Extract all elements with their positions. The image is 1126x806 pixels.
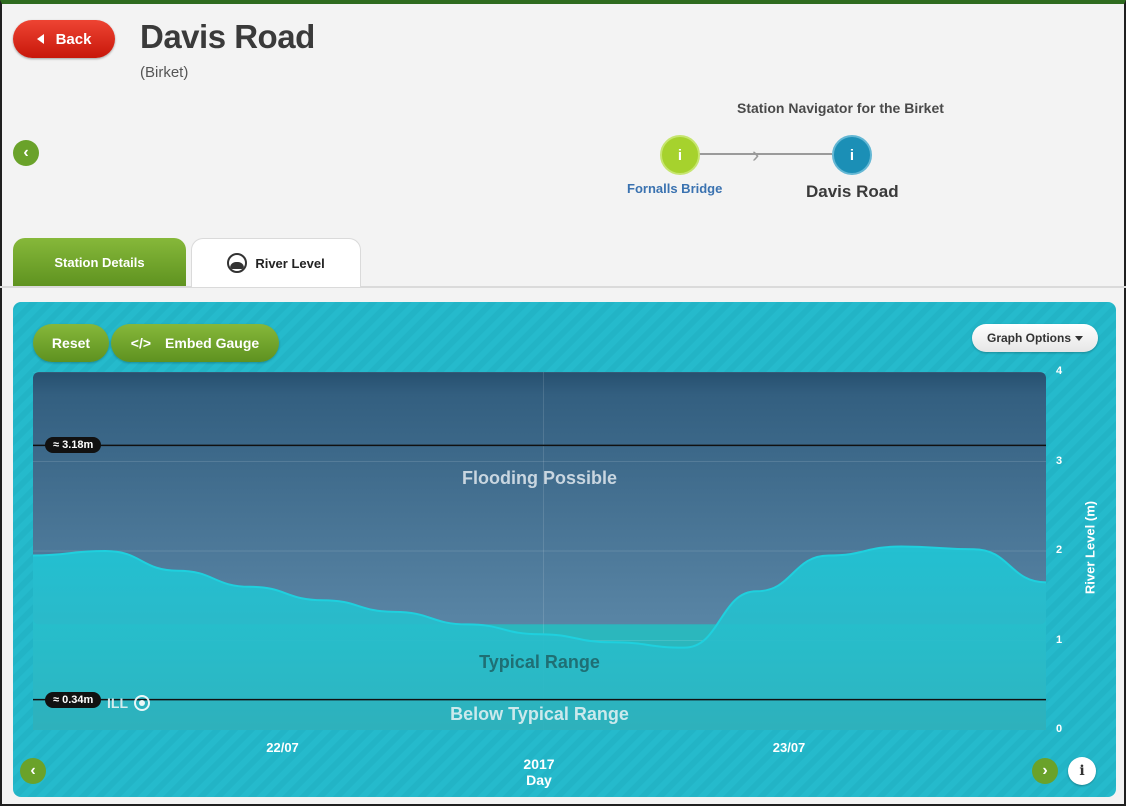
- code-icon: </>: [130, 335, 152, 351]
- river-icon: [227, 253, 248, 273]
- station-node-fornalls-bridge[interactable]: i: [660, 135, 700, 175]
- info-icon: i: [1079, 763, 1085, 779]
- y-tick-label: 3: [1056, 454, 1063, 467]
- back-button-label: Back: [55, 30, 92, 48]
- back-button[interactable]: Back: [13, 20, 115, 58]
- caret-down-icon: [1075, 335, 1083, 341]
- x-axis-label: 2017 Day: [517, 756, 561, 788]
- x-axis-year: 2017: [523, 756, 555, 772]
- y-axis-label: River Level (m): [1082, 500, 1098, 595]
- logo-text: ILL: [107, 695, 128, 711]
- tab-station-details[interactable]: Station Details: [13, 238, 186, 286]
- zone-label: Below Typical Range: [450, 703, 629, 724]
- tab-label: Station Details: [54, 254, 145, 270]
- river-level-chart[interactable]: [33, 372, 1046, 730]
- chevron-right-icon: ›: [752, 142, 760, 167]
- chevron-left-icon: ‹: [30, 762, 36, 779]
- x-tick-label: 22/07: [266, 740, 299, 755]
- y-tick-label: 1: [1056, 633, 1063, 646]
- tab-bar-divider: [0, 286, 1126, 288]
- current-station-label: Davis Road: [806, 182, 899, 201]
- navigator-connector: [698, 153, 832, 155]
- previous-station-button[interactable]: ‹: [13, 140, 39, 166]
- provider-logo: ILL: [47, 692, 167, 714]
- y-tick-label: 2: [1056, 544, 1063, 556]
- info-icon: i: [677, 146, 683, 164]
- target-icon: [134, 695, 150, 711]
- page-subtitle: (Birket): [140, 64, 189, 81]
- chart-info-button[interactable]: i: [1068, 757, 1096, 785]
- chevron-right-icon: ›: [1042, 762, 1048, 779]
- high-threshold-label: ≈ 3.18m: [45, 437, 102, 454]
- station-navigator-title: Station Navigator for the Birket: [737, 100, 944, 116]
- graph-options-label: Graph Options: [987, 331, 1071, 345]
- back-arrow-icon: [36, 34, 44, 44]
- reset-button-label: Reset: [51, 335, 91, 351]
- info-icon: i: [849, 146, 855, 164]
- reset-button[interactable]: Reset: [33, 324, 109, 362]
- page-title: Davis Road: [140, 18, 315, 55]
- y-tick-label: 4: [1056, 365, 1063, 377]
- station-node-davis-road: i: [832, 135, 872, 175]
- zone-label: Flooding Possible: [461, 468, 617, 489]
- chevron-left-icon: ‹: [23, 144, 29, 161]
- tab-river-level[interactable]: River Level: [191, 238, 361, 287]
- chart-next-button[interactable]: ›: [1032, 758, 1058, 784]
- graph-options-dropdown[interactable]: Graph Options: [972, 324, 1098, 352]
- station-link-fornalls-bridge[interactable]: Fornalls Bridge: [627, 181, 722, 196]
- chart-previous-button[interactable]: ‹: [20, 758, 46, 784]
- x-axis-unit: Day: [526, 772, 552, 788]
- y-tick-label: 0: [1056, 723, 1063, 735]
- tab-label: River Level: [255, 255, 325, 271]
- embed-gauge-label: Embed Gauge: [165, 335, 260, 351]
- embed-gauge-button[interactable]: </> Embed Gauge: [111, 324, 279, 362]
- zone-label: Typical Range: [479, 651, 600, 672]
- x-tick-label: 23/07: [772, 740, 806, 755]
